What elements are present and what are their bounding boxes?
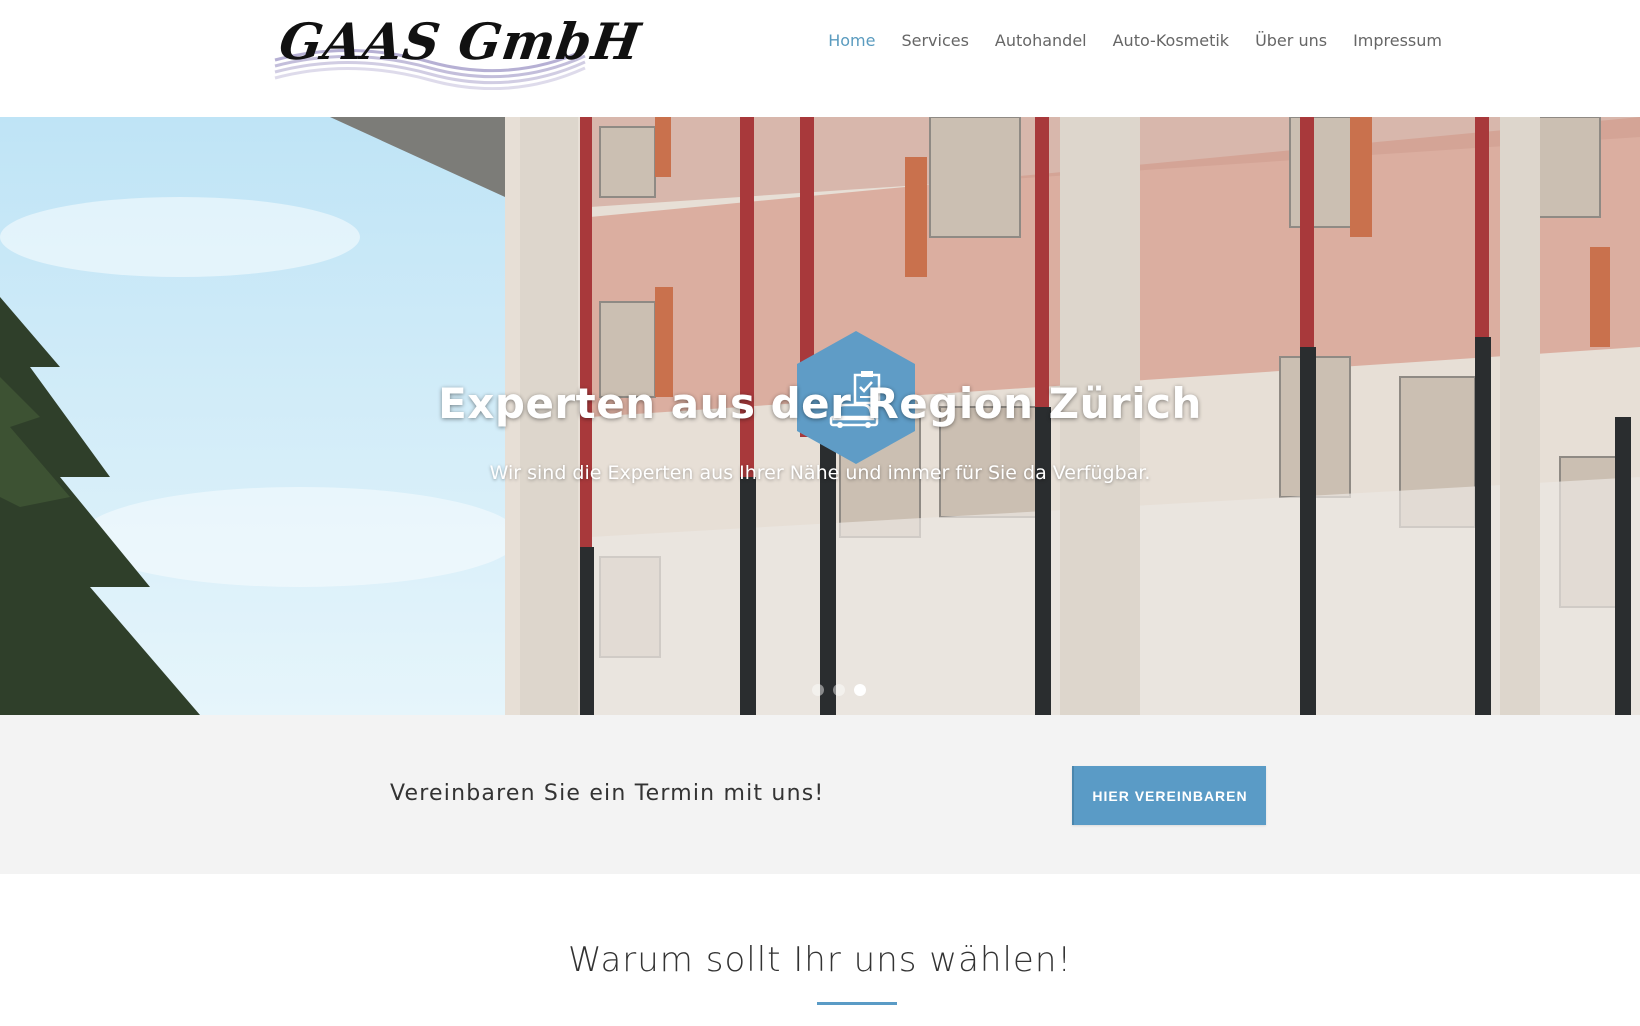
- nav-ueber-uns[interactable]: Über uns: [1242, 30, 1340, 52]
- logo[interactable]: GAAS GmbH: [270, 0, 645, 90]
- site-header: GAAS GmbH Home Services Autohandel Auto-…: [0, 0, 1640, 117]
- hero-title: Experten aus der Region Zürich: [438, 379, 1202, 428]
- slider-dot-2[interactable]: [833, 684, 845, 696]
- appointment-cta: Vereinbaren Sie ein Termin mit uns! HIER…: [0, 715, 1640, 874]
- main-nav: Home Services Autohandel Auto-Kosmetik Ü…: [815, 30, 1442, 52]
- book-appointment-button[interactable]: HIER VEREINBAREN: [1072, 766, 1266, 825]
- hero-slider: Experten aus der Region Zürich Wir sind …: [0, 117, 1640, 715]
- hero-subtitle: Wir sind die Experten aus Ihrer Nähe und…: [489, 462, 1151, 484]
- nav-auto-kosmetik[interactable]: Auto-Kosmetik: [1100, 30, 1242, 52]
- cta-text: Vereinbaren Sie ein Termin mit uns!: [390, 781, 825, 806]
- nav-home[interactable]: Home: [815, 30, 888, 52]
- slider-dot-1[interactable]: [812, 684, 824, 696]
- why-us-section: Warum sollt Ihr uns wählen!: [0, 874, 1640, 1026]
- nav-autohandel[interactable]: Autohandel: [982, 30, 1100, 52]
- section-title: Warum sollt Ihr uns wählen!: [568, 940, 1072, 980]
- title-divider: [817, 1002, 897, 1005]
- logo-text: GAAS GmbH: [275, 12, 645, 71]
- nav-services[interactable]: Services: [888, 30, 981, 52]
- slider-dot-3[interactable]: [854, 684, 866, 696]
- nav-impressum[interactable]: Impressum: [1340, 30, 1442, 52]
- slider-dots: [0, 684, 1640, 696]
